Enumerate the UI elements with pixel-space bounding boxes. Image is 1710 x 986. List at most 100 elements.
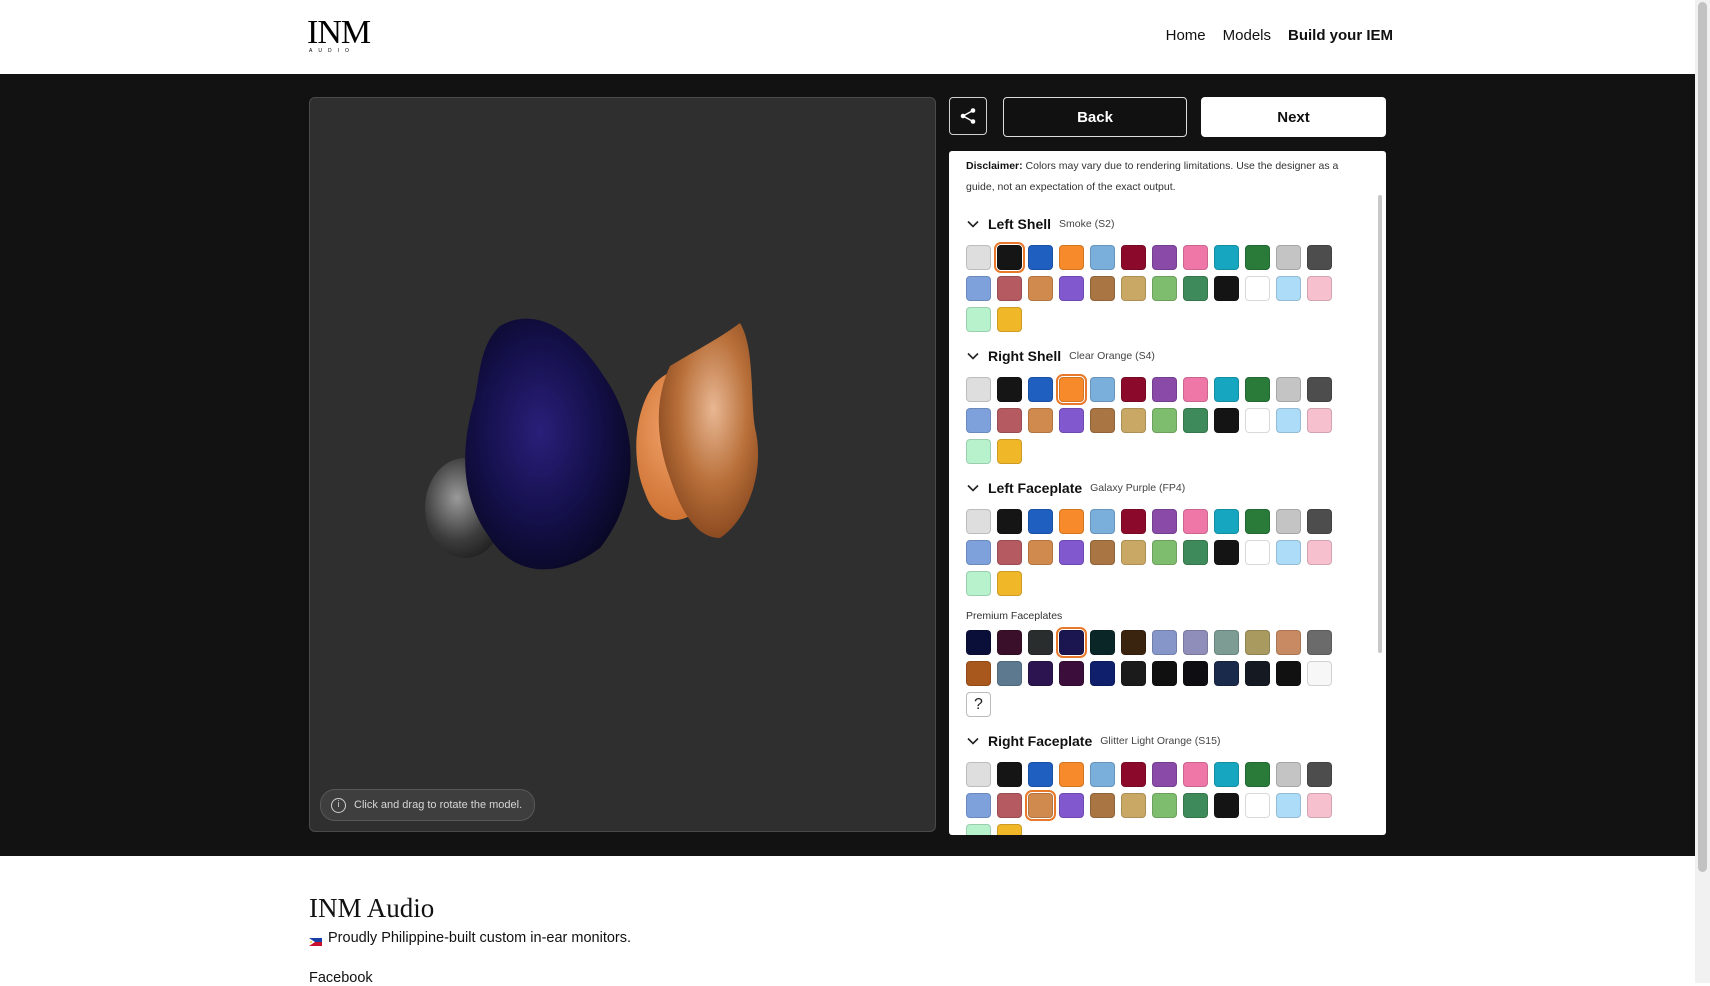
- color-swatch[interactable]: [1028, 509, 1053, 534]
- nav-home[interactable]: Home: [1166, 27, 1206, 44]
- color-swatch[interactable]: [1152, 245, 1177, 270]
- color-swatch[interactable]: [1121, 540, 1146, 565]
- color-swatch[interactable]: [966, 276, 991, 301]
- color-swatch[interactable]: [1059, 276, 1084, 301]
- color-swatch[interactable]: [1090, 377, 1115, 402]
- page-scrollbar[interactable]: [1695, 0, 1710, 983]
- premium-faceplate-swatch[interactable]: [1245, 630, 1270, 655]
- color-swatch[interactable]: [1183, 793, 1208, 818]
- color-swatch[interactable]: [997, 824, 1022, 835]
- color-swatch[interactable]: [1276, 377, 1301, 402]
- color-swatch[interactable]: [1214, 793, 1239, 818]
- color-swatch[interactable]: [1307, 408, 1332, 433]
- color-swatch[interactable]: [1276, 408, 1301, 433]
- color-swatch[interactable]: [1152, 540, 1177, 565]
- color-swatch[interactable]: [1214, 762, 1239, 787]
- color-swatch[interactable]: [997, 571, 1022, 596]
- color-swatch[interactable]: [1183, 377, 1208, 402]
- color-swatch[interactable]: [1121, 276, 1146, 301]
- color-swatch[interactable]: [966, 245, 991, 270]
- panel-scrollbar[interactable]: [1378, 195, 1382, 653]
- color-swatch[interactable]: [1245, 276, 1270, 301]
- premium-faceplate-swatch[interactable]: [1121, 661, 1146, 686]
- premium-faceplate-swatch[interactable]: [997, 661, 1022, 686]
- premium-faceplate-swatch[interactable]: [1276, 661, 1301, 686]
- color-swatch[interactable]: [966, 509, 991, 534]
- color-swatch[interactable]: [1214, 408, 1239, 433]
- color-swatch[interactable]: [1152, 509, 1177, 534]
- inm-logo[interactable]: INM AUDIO: [307, 16, 371, 55]
- color-swatch[interactable]: [1025, 790, 1056, 821]
- color-swatch[interactable]: [1059, 245, 1084, 270]
- color-swatch[interactable]: [1121, 377, 1146, 402]
- color-swatch[interactable]: [1307, 276, 1332, 301]
- premium-faceplate-swatch[interactable]: [1307, 661, 1332, 686]
- color-swatch[interactable]: [1276, 540, 1301, 565]
- iem-model-render[interactable]: [310, 98, 935, 831]
- color-swatch[interactable]: [1059, 408, 1084, 433]
- color-swatch[interactable]: [997, 408, 1022, 433]
- page-scroll-thumb[interactable]: [1698, 2, 1707, 872]
- premium-faceplate-swatch[interactable]: [966, 661, 991, 686]
- premium-faceplate-swatch[interactable]: [966, 630, 991, 655]
- color-swatch[interactable]: [1214, 509, 1239, 534]
- custom-faceplate-request-button[interactable]: ?: [966, 692, 991, 717]
- color-swatch[interactable]: [1183, 408, 1208, 433]
- premium-faceplate-swatch[interactable]: [1152, 630, 1177, 655]
- color-swatch[interactable]: [1276, 793, 1301, 818]
- color-swatch[interactable]: [1307, 509, 1332, 534]
- color-swatch[interactable]: [1245, 377, 1270, 402]
- color-swatch[interactable]: [1214, 245, 1239, 270]
- premium-faceplate-swatch[interactable]: [1183, 661, 1208, 686]
- color-swatch[interactable]: [1183, 509, 1208, 534]
- color-swatch[interactable]: [966, 793, 991, 818]
- color-swatch[interactable]: [1028, 762, 1053, 787]
- color-swatch[interactable]: [1090, 762, 1115, 787]
- premium-faceplate-swatch[interactable]: [1121, 630, 1146, 655]
- color-swatch[interactable]: [1028, 540, 1053, 565]
- color-swatch[interactable]: [1090, 509, 1115, 534]
- color-swatch[interactable]: [1090, 245, 1115, 270]
- color-swatch[interactable]: [1152, 377, 1177, 402]
- color-swatch[interactable]: [1276, 762, 1301, 787]
- color-swatch[interactable]: [1183, 540, 1208, 565]
- color-swatch[interactable]: [966, 307, 991, 332]
- premium-faceplate-swatch[interactable]: [1276, 630, 1301, 655]
- color-swatch[interactable]: [966, 762, 991, 787]
- next-button[interactable]: Next: [1201, 97, 1386, 137]
- premium-faceplate-swatch[interactable]: [1183, 630, 1208, 655]
- premium-faceplate-swatch[interactable]: [997, 630, 1022, 655]
- color-swatch[interactable]: [997, 509, 1022, 534]
- color-swatch[interactable]: [1059, 509, 1084, 534]
- color-swatch[interactable]: [997, 439, 1022, 464]
- color-swatch[interactable]: [966, 824, 991, 835]
- color-swatch[interactable]: [1245, 408, 1270, 433]
- color-swatch[interactable]: [1090, 540, 1115, 565]
- color-swatch[interactable]: [1276, 245, 1301, 270]
- back-button[interactable]: Back: [1003, 97, 1187, 137]
- color-swatch[interactable]: [1028, 245, 1053, 270]
- color-swatch[interactable]: [1059, 540, 1084, 565]
- color-swatch[interactable]: [1152, 408, 1177, 433]
- color-swatch[interactable]: [1121, 509, 1146, 534]
- color-swatch[interactable]: [1214, 276, 1239, 301]
- color-swatch[interactable]: [1152, 276, 1177, 301]
- color-swatch[interactable]: [1121, 762, 1146, 787]
- color-swatch[interactable]: [966, 439, 991, 464]
- color-swatch[interactable]: [966, 540, 991, 565]
- color-swatch[interactable]: [1121, 793, 1146, 818]
- color-swatch[interactable]: [1183, 276, 1208, 301]
- color-swatch[interactable]: [1090, 793, 1115, 818]
- nav-build-your-iem[interactable]: Build your IEM: [1288, 27, 1393, 44]
- section-header[interactable]: Left Shell Smoke (S2): [966, 213, 1356, 235]
- color-swatch[interactable]: [966, 571, 991, 596]
- color-swatch[interactable]: [1090, 408, 1115, 433]
- color-swatch[interactable]: [1059, 793, 1084, 818]
- color-swatch[interactable]: [1028, 408, 1053, 433]
- color-swatch[interactable]: [1307, 793, 1332, 818]
- color-swatch[interactable]: [1214, 540, 1239, 565]
- color-swatch[interactable]: [1056, 374, 1087, 405]
- color-swatch[interactable]: [997, 307, 1022, 332]
- color-swatch[interactable]: [1307, 245, 1332, 270]
- color-swatch[interactable]: [1028, 377, 1053, 402]
